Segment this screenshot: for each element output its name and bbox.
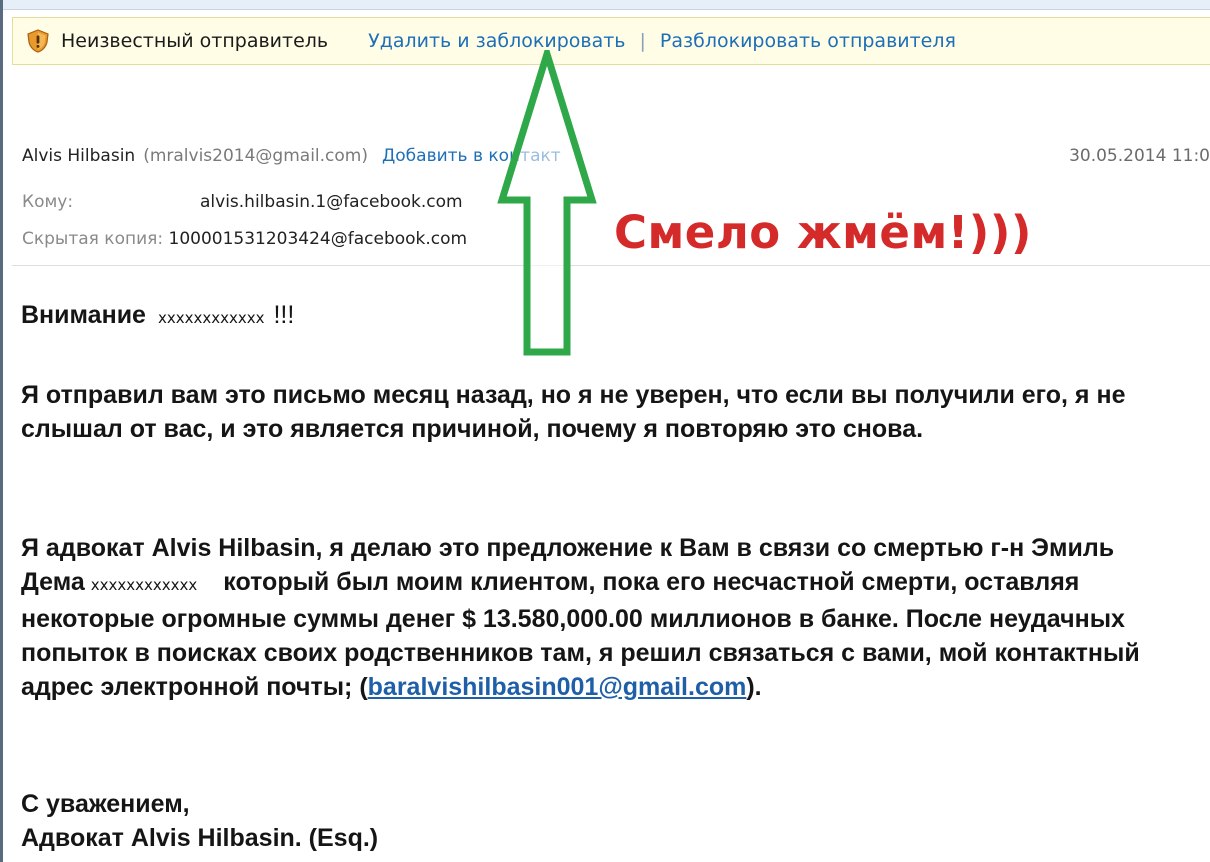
to-recipient[interactable]: alvis.hilbasin.1@facebook.com xyxy=(200,192,463,212)
unknown-sender-label: Неизвестный отправитель xyxy=(61,30,329,52)
delete-and-block-link[interactable]: Удалить и заблокировать xyxy=(368,30,625,52)
bcc-row: Скрытая копия: 100001531203424@facebook.… xyxy=(22,229,467,249)
sender-email: (mralvis2014@gmail.com) xyxy=(143,146,368,166)
sender-name[interactable]: Alvis Hilbasin xyxy=(22,146,135,166)
message-date: 30.05.2014 11:0 xyxy=(1069,146,1210,166)
unknown-sender-info-bar: Неизвестный отправитель Удалить и заблок… xyxy=(12,17,1210,65)
up-arrow-icon xyxy=(497,50,597,356)
link-separator: | xyxy=(639,30,646,52)
body-paragraph-1: Я отправил вам это письмо месяц назад, н… xyxy=(21,381,1126,443)
body-paragraph-2: Я адвокат Alvis Hilbasin, я делаю это пр… xyxy=(21,531,1206,704)
contact-email-link[interactable]: baralvishilbasin001@gmail.com xyxy=(368,673,747,701)
paragraph-2-redacted: xxxxxxxxxxxx xyxy=(90,576,198,594)
signature: С уважением, Адвокат Alvis Hilbasin. (Es… xyxy=(21,787,378,855)
attention-line: Внимание xxxxxxxxxxxx !!! xyxy=(21,298,294,335)
paragraph-2-end: ). xyxy=(746,673,762,701)
window-left-edge xyxy=(0,0,3,862)
sender-row: Alvis Hilbasin (mralvis2014@gmail.com) Доб… xyxy=(22,146,561,166)
attention-word: Внимание xyxy=(21,301,146,329)
annotation-text: Смело жмём!))) xyxy=(614,206,1032,259)
to-row: Кому: alvis.hilbasin.1@facebook.com xyxy=(22,192,463,212)
attention-redacted: xxxxxxxxxxxx xyxy=(157,309,265,327)
bcc-label: Скрытая копия: xyxy=(22,229,164,249)
window-top-strip xyxy=(0,0,1210,10)
bcc-recipient[interactable]: 100001531203424@facebook.com xyxy=(169,229,468,249)
unblock-sender-link[interactable]: Разблокировать отправителя xyxy=(660,30,956,52)
signature-name: Адвокат Alvis Hilbasin. (Esq.) xyxy=(21,824,379,852)
attention-exclamation: !!! xyxy=(273,301,295,329)
shield-warning-icon xyxy=(27,29,49,53)
to-label: Кому: xyxy=(22,192,74,212)
signature-greeting: С уважением, xyxy=(21,790,190,818)
header-divider xyxy=(12,265,1210,266)
